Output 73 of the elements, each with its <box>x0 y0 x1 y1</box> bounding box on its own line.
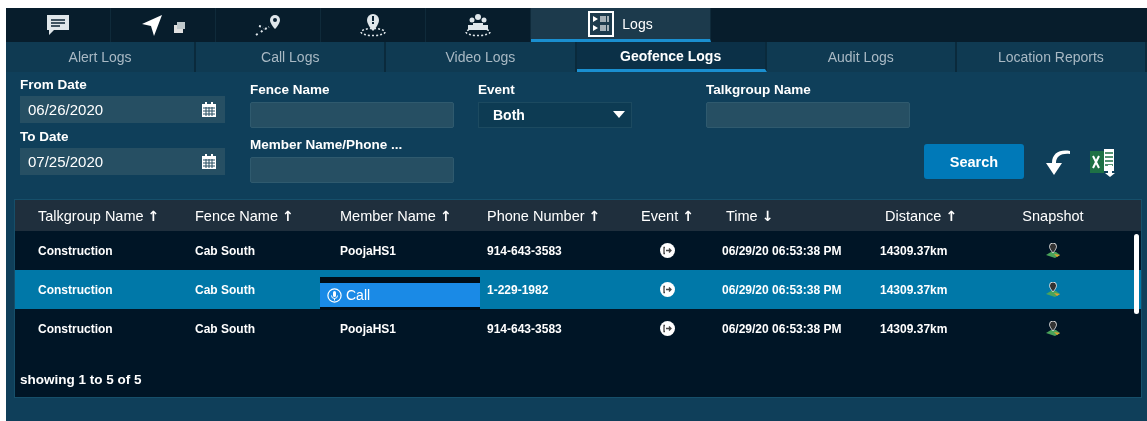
log-tab[interactable]: Video Logs <box>386 42 577 72</box>
log-tab[interactable]: Alert Logs <box>6 42 197 72</box>
sort-arrow[interactable]: ↑ <box>147 207 160 224</box>
exit-event-icon <box>660 321 675 336</box>
column-header[interactable]: Snapshot <box>1022 207 1084 224</box>
table-cell: Construction <box>38 243 113 258</box>
field-label: Event <box>478 81 516 99</box>
log-tab[interactable]: Geofence Logs <box>576 42 767 72</box>
table-cell: Cab South <box>195 243 255 258</box>
microphone-icon <box>327 287 342 303</box>
menu-item[interactable]: Call <box>320 283 480 307</box>
date-field[interactable]: 06/26/2020 <box>20 96 225 123</box>
table-cell: Construction <box>38 282 113 297</box>
calendar-icon[interactable] <box>201 153 217 170</box>
sort-arrow[interactable]: ↑ <box>945 207 958 224</box>
table-cell: Cab South <box>195 282 255 297</box>
exit-event-icon <box>660 282 675 297</box>
column-header[interactable]: Event <box>641 207 679 224</box>
table-cell: 14309.37km <box>880 243 948 258</box>
column-header[interactable]: Member Name <box>340 207 436 224</box>
table-cell: Cab South <box>195 321 255 336</box>
table-row[interactable]: Construction Cab South PoojaHS1 914-643-3583 06/29/20 06:53:38 PM 14309.37km <box>15 309 1141 348</box>
map-pin-icon[interactable] <box>1045 282 1061 297</box>
field-label: Member Name/Phone ... <box>250 136 404 154</box>
navigation-arrow-icon <box>140 13 186 37</box>
log-film-icon <box>588 10 615 37</box>
column-header[interactable]: Talkgroup Name <box>38 207 144 224</box>
geofence-pin-icon <box>359 13 387 37</box>
log-tab[interactable]: Call Logs <box>196 42 387 72</box>
column-header[interactable]: Distance <box>885 207 942 224</box>
log-tab[interactable]: Location Reports <box>956 42 1147 72</box>
table-row[interactable]: Construction Cab South PoojaHS1 914-643-3583 06/29/20 06:53:38 PM 14309.37km <box>15 231 1141 270</box>
field-label: Talkgroup Name <box>706 81 812 99</box>
sort-arrow[interactable]: ↑ <box>439 207 452 224</box>
date-field[interactable]: 07/25/2020 <box>20 148 225 175</box>
chat-icon <box>45 13 71 37</box>
input-field[interactable] <box>250 102 454 128</box>
sort-arrow[interactable]: ↓ <box>761 207 774 224</box>
sort-arrow[interactable]: ↑ <box>682 207 694 224</box>
field-label: Fence Name <box>250 81 331 99</box>
column-header[interactable]: Time <box>726 207 758 224</box>
toolbar-tab[interactable]: Logs <box>531 8 711 42</box>
field-label: To Date <box>20 128 70 146</box>
map-pin-icon[interactable] <box>1045 243 1061 258</box>
sort-arrow[interactable]: ↑ <box>282 207 294 224</box>
input-field[interactable] <box>706 102 910 128</box>
column-header[interactable]: Fence Name <box>195 207 278 224</box>
table-cell: 06/29/20 06:53:38 PM <box>722 243 842 258</box>
table-cell: 1-229-1982 <box>487 282 549 297</box>
dropdown-caret-icon <box>613 111 625 119</box>
table-cell: PoojaHS1 <box>340 321 396 336</box>
route-pin-icon <box>254 13 282 37</box>
log-tab[interactable]: Audit Logs <box>766 42 957 72</box>
table-cell: 914-643-3583 <box>487 321 562 336</box>
field-label: From Date <box>20 76 88 94</box>
pagination-summary: showing 1 to 5 of 5 <box>19 370 143 389</box>
table-cell: 14309.37km <box>880 282 948 297</box>
table-cell: 06/29/20 06:53:38 PM <box>722 321 842 336</box>
event-dropdown[interactable]: Both <box>478 102 632 128</box>
table-cell: Construction <box>38 321 113 336</box>
scrollbar[interactable] <box>1134 234 1139 314</box>
group-geofence-icon <box>464 13 492 37</box>
exit-event-icon <box>660 243 675 258</box>
sort-arrow[interactable]: ↑ <box>588 207 601 224</box>
input-field[interactable] <box>250 157 454 183</box>
map-pin-icon[interactable] <box>1045 321 1061 336</box>
calendar-icon[interactable] <box>201 101 217 118</box>
table-cell: PoojaHS1 <box>340 243 396 258</box>
table-cell: 14309.37km <box>880 321 948 336</box>
column-header[interactable]: Phone Number <box>487 207 585 224</box>
search-button[interactable]: Search <box>924 144 1024 179</box>
table-cell: 914-643-3583 <box>487 243 562 258</box>
table-cell: 06/29/20 06:53:38 PM <box>722 282 842 297</box>
